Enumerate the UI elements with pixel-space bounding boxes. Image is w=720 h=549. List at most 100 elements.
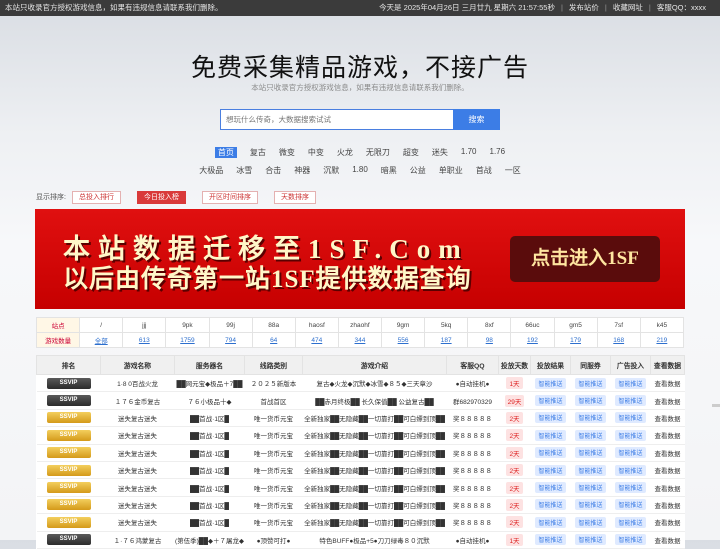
nav-item[interactable]: 合击: [265, 165, 281, 176]
publish-price-link[interactable]: 发布站价: [563, 0, 605, 16]
stats-site-cell[interactable]: jjj: [122, 317, 167, 333]
table-row[interactable]: SSVIP 迷失复古迷失 ██首战·1区█ 唯一货币元宝 全新独家██无隐藏██一切靠打…: [36, 478, 685, 497]
game-name-cell[interactable]: １７６金币复古: [100, 391, 175, 410]
smart-push-tag[interactable]: 智能推送: [535, 395, 566, 407]
stats-site-cell[interactable]: /: [79, 317, 124, 333]
view-data-link[interactable]: 查看数据: [650, 374, 685, 393]
sort-button[interactable]: 今日投入榜: [136, 191, 186, 204]
table-row[interactable]: SSVIP 迷失复古迷失 ██首战·1区█ 唯一货币元宝 全新独家██无隐藏██一切靠打…: [36, 444, 685, 462]
smart-push-tag[interactable]: 智能推送: [615, 516, 646, 528]
stats-count-cell[interactable]: 全部: [79, 332, 124, 348]
view-data-link[interactable]: 查看数据: [650, 478, 685, 497]
stats-site-cell[interactable]: 9pk: [165, 317, 210, 333]
view-data-link[interactable]: 查看数据: [650, 444, 685, 462]
stats-count-cell[interactable]: 192: [510, 332, 555, 348]
smart-push-tag[interactable]: 智能推送: [615, 464, 646, 476]
sort-button[interactable]: 总投入排行: [71, 191, 121, 204]
nav-item[interactable]: 神器: [294, 165, 310, 176]
stats-count-cell[interactable]: 344: [337, 332, 383, 348]
smart-push-tag[interactable]: 智能推送: [535, 377, 566, 389]
view-data-link[interactable]: 查看数据: [650, 391, 685, 410]
stats-count-cell[interactable]: 187: [424, 332, 469, 348]
table-row[interactable]: SSVIP 迷失复古迷失 ██首战·1区█ 唯一货币元宝 全新独家██无隐藏██一切靠打…: [36, 409, 685, 428]
stats-count-cell[interactable]: 168: [596, 332, 641, 348]
game-name-cell[interactable]: 迷失复古迷失: [100, 513, 175, 532]
view-data-link[interactable]: 查看数据: [650, 513, 685, 532]
sort-button[interactable]: 开区时间排序: [201, 191, 258, 204]
nav-item[interactable]: 一区: [505, 165, 521, 176]
stats-site-cell[interactable]: 66uc: [510, 317, 555, 333]
smart-push-tag[interactable]: 智能推送: [615, 377, 646, 389]
nav-item[interactable]: 首战: [476, 165, 492, 176]
sort-button[interactable]: 天数排序: [273, 191, 316, 204]
smart-push-tag[interactable]: 智能推送: [535, 447, 566, 459]
game-name-cell[interactable]: 迷失复古迷失: [100, 496, 175, 515]
stats-count-cell[interactable]: 64: [251, 332, 296, 348]
nav-item[interactable]: 超变: [403, 147, 419, 158]
nav-item[interactable]: 微变: [279, 147, 295, 158]
smart-push-tag[interactable]: 智能推送: [535, 499, 566, 511]
stats-site-cell[interactable]: gm5: [553, 317, 598, 333]
smart-push-tag[interactable]: 智能推送: [575, 395, 606, 407]
smart-push-tag[interactable]: 智能推送: [615, 429, 646, 441]
game-name-cell[interactable]: 迷失复古迷失: [100, 409, 175, 428]
game-name-cell[interactable]: 迷失复古迷失: [100, 444, 175, 462]
game-name-cell[interactable]: 迷失复古迷失: [100, 426, 175, 445]
nav-item[interactable]: 火龙: [337, 147, 353, 158]
smart-push-tag[interactable]: 智能推送: [535, 429, 566, 441]
nav-item[interactable]: 单职业: [439, 165, 463, 176]
smart-push-tag[interactable]: 智能推送: [535, 412, 566, 424]
table-row[interactable]: SSVIP 1·8 0百战火龙 ██网元宝◆极品＋7██ ２０２５新版本 复古◆火龙◆沉…: [36, 374, 685, 393]
smart-push-tag[interactable]: 智能推送: [575, 412, 606, 424]
smart-push-tag[interactable]: 智能推送: [615, 499, 646, 511]
banner-cta-button[interactable]: 点击进入1SF: [510, 236, 660, 282]
stats-site-cell[interactable]: k45: [639, 317, 685, 333]
migration-banner[interactable]: 本站数据迁移至1SF.Com 以后由传奇第一站1SF提供数据查询 点击进入1SF: [35, 209, 685, 309]
smart-push-tag[interactable]: 智能推送: [535, 482, 566, 494]
smart-push-tag[interactable]: 智能推送: [575, 516, 606, 528]
stats-site-cell[interactable]: 7sf: [596, 317, 641, 333]
smart-push-tag[interactable]: 智能推送: [575, 429, 606, 441]
table-row[interactable]: SSVIP １７６金币复古 ７６小极品十◆ 首战首区 ██赤月终极██ 长久保值██ 公…: [36, 391, 685, 410]
stats-count-cell[interactable]: 98: [467, 332, 512, 348]
table-row[interactable]: SSVIP 迷失复古迷失 ██首战·1区█ 唯一货币元宝 全新独家██无隐藏██一切靠打…: [36, 461, 685, 480]
table-row[interactable]: SSVIP 迷失复古迷失 ██首战·1区█ 唯一货币元宝 全新独家██无隐藏██一切靠打…: [36, 513, 685, 532]
stats-site-cell[interactable]: 99j: [208, 317, 253, 333]
nav-item[interactable]: 大极品: [199, 165, 223, 176]
nav-item[interactable]: 无限刀: [366, 147, 390, 158]
nav-item[interactable]: 首页: [214, 147, 237, 158]
table-row[interactable]: SSVIP 迷失复古迷失 ██首战·1区█ 唯一货币元宝 全新独家██无隐藏██一切靠打…: [36, 496, 685, 515]
stats-count-cell[interactable]: 613: [122, 332, 167, 348]
nav-item[interactable]: 1.70: [461, 147, 477, 158]
stats-site-cell[interactable]: 8xf: [467, 317, 512, 333]
table-row[interactable]: SSVIP 迷失复古迷失 ██首战·1区█ 唯一货币元宝 全新独家██无隐藏██一切靠打…: [36, 426, 685, 445]
nav-item[interactable]: 暗黑: [381, 165, 397, 176]
stats-count-cell[interactable]: 474: [294, 332, 339, 348]
nav-item[interactable]: 冰雪: [236, 165, 252, 176]
search-input[interactable]: [220, 109, 453, 130]
favorite-link[interactable]: 收藏网址: [607, 0, 649, 16]
smart-push-tag[interactable]: 智能推送: [615, 482, 646, 494]
view-data-link[interactable]: 查看数据: [650, 426, 685, 445]
stats-site-cell[interactable]: 9gm: [380, 317, 426, 333]
game-name-cell[interactable]: 迷失复古迷失: [100, 461, 175, 480]
side-scroll-handle[interactable]: [712, 404, 720, 407]
nav-item[interactable]: 1.80: [352, 165, 368, 176]
nav-item[interactable]: 中变: [308, 147, 324, 158]
smart-push-tag[interactable]: 智能推送: [615, 447, 646, 459]
game-name-cell[interactable]: 1·8 0百战火龙: [100, 374, 175, 393]
smart-push-tag[interactable]: 智能推送: [535, 516, 566, 528]
smart-push-tag[interactable]: 智能推送: [615, 395, 646, 407]
smart-push-tag[interactable]: 智能推送: [615, 412, 646, 424]
nav-item[interactable]: 公益: [410, 165, 426, 176]
nav-item[interactable]: 迷失: [432, 147, 448, 158]
nav-item[interactable]: 沉默: [323, 165, 339, 176]
search-button[interactable]: 搜索: [453, 109, 500, 130]
smart-push-tag[interactable]: 智能推送: [575, 377, 606, 389]
smart-push-tag[interactable]: 智能推送: [575, 464, 606, 476]
smart-push-tag[interactable]: 智能推送: [575, 482, 606, 494]
view-data-link[interactable]: 查看数据: [650, 496, 685, 515]
stats-count-cell[interactable]: 219: [639, 332, 685, 348]
stats-count-cell[interactable]: 179: [553, 332, 598, 348]
game-name-cell[interactable]: 迷失复古迷失: [100, 478, 175, 497]
